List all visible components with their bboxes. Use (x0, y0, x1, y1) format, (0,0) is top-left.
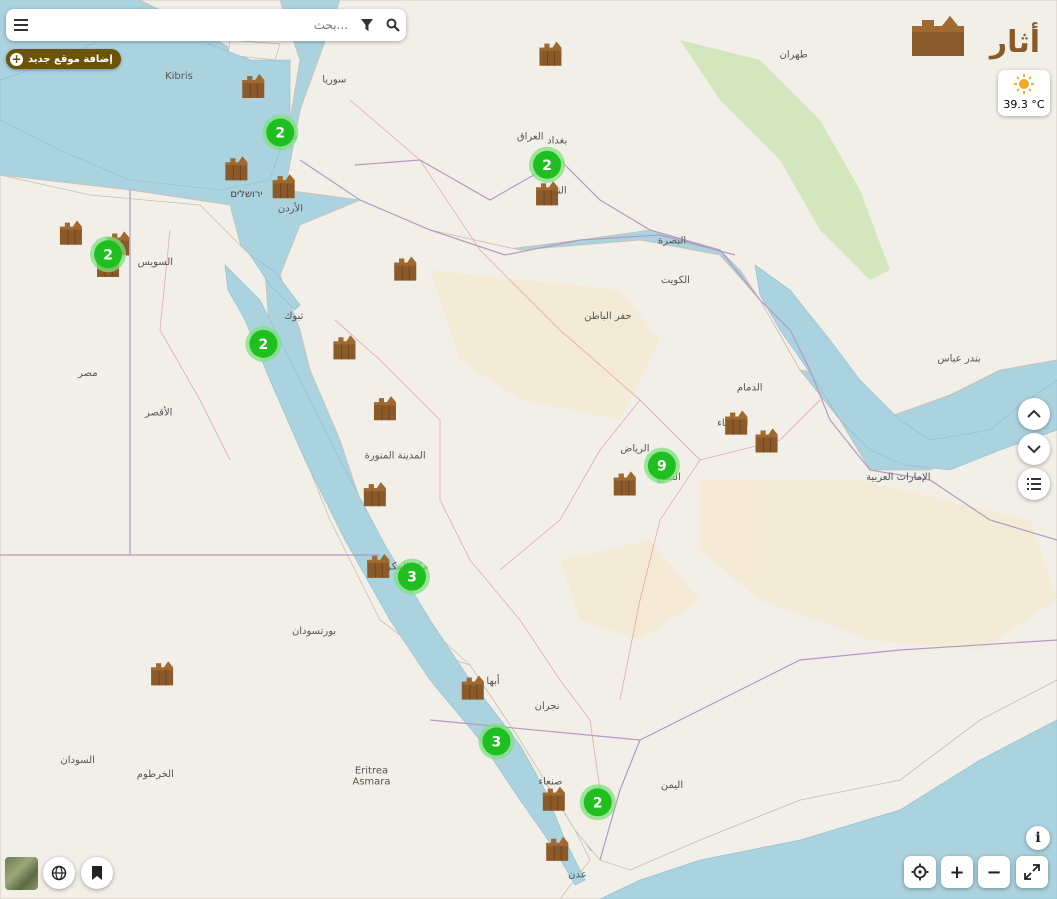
place-label: صنعاء (538, 776, 562, 787)
search-button[interactable] (380, 9, 406, 41)
temperature: 39.3 °C (1003, 98, 1045, 111)
place-label: حفر الباطن (584, 311, 631, 322)
basemap-thumbnail[interactable] (5, 857, 38, 890)
filter-icon (361, 19, 373, 31)
plus-circle-icon: + (10, 51, 23, 66)
place-label: أبها (486, 674, 499, 687)
chevron-up-icon (1027, 409, 1041, 418)
place-label: العراق (517, 132, 544, 143)
place-label: المدينة المنورة (365, 450, 426, 461)
locate-button[interactable] (904, 856, 936, 888)
cluster-count: 9 (657, 459, 667, 475)
menu-button[interactable] (6, 9, 36, 41)
place-label: ירושלים (230, 189, 262, 200)
site-cluster[interactable]: 2 (90, 236, 127, 273)
bookmark-button[interactable] (81, 857, 113, 889)
place-label: السودان (60, 755, 95, 766)
fullscreen-button[interactable] (1016, 856, 1048, 888)
site-cluster[interactable]: 3 (393, 558, 430, 595)
site-cluster[interactable]: 2 (529, 146, 566, 183)
cluster-count: 2 (259, 337, 269, 353)
place-label: الكويت (661, 275, 690, 286)
zoom-in-button[interactable]: + (941, 856, 973, 888)
site-cluster[interactable]: 2 (262, 114, 299, 151)
globe-icon (51, 865, 67, 881)
info-button[interactable]: i (1026, 826, 1050, 850)
info-icon: i (1035, 830, 1041, 846)
place-label: السويس (138, 257, 173, 268)
map-canvas[interactable]: سورياالعراقدمشقالأردنتبوكالرياضالسيحالمد… (0, 0, 1057, 899)
place-label: الخرطوم (137, 769, 174, 780)
add-site-label: إضافة موقع جديد (28, 53, 113, 65)
place-label: Kibris (165, 71, 193, 82)
sun-icon (1014, 74, 1034, 94)
list-icon (1027, 478, 1041, 490)
cluster-count: 3 (407, 570, 417, 586)
list-button[interactable] (1018, 468, 1050, 500)
place-label: عدن (568, 870, 587, 881)
place-label: Eritrea (355, 766, 388, 777)
zoom-out-button[interactable]: − (978, 856, 1010, 888)
place-label: الأردن (278, 201, 303, 214)
place-label: بورتسودان (292, 626, 336, 637)
plus-icon: + (949, 861, 965, 883)
scroll-down-button[interactable] (1018, 433, 1050, 465)
place-label: اليمن (661, 780, 683, 791)
filter-button[interactable] (354, 9, 380, 41)
chevron-down-icon (1027, 445, 1041, 454)
cluster-count: 2 (593, 795, 603, 811)
weather-widget: 39.3 °C (998, 70, 1050, 116)
site-cluster[interactable]: 3 (478, 723, 515, 760)
place-label: بندر عباس (937, 354, 980, 365)
cluster-count: 2 (103, 247, 113, 263)
place-label: مصر (77, 368, 98, 379)
place-label: الرياض (620, 443, 649, 454)
search-icon (386, 18, 400, 32)
cluster-count: 2 (542, 158, 552, 174)
place-label: الدمام (737, 382, 763, 393)
place-label: بغداد (547, 135, 567, 146)
place-label: سوريا (322, 74, 346, 85)
crosshair-icon (911, 863, 929, 881)
menu-icon (14, 19, 28, 31)
cluster-count: 3 (492, 734, 502, 750)
place-label: الأقصر (144, 405, 172, 418)
site-cluster[interactable]: 2 (579, 784, 616, 821)
place-label: طهران (779, 49, 807, 60)
logo-text: أثار (988, 22, 1040, 60)
search-input[interactable] (36, 18, 354, 32)
place-label: تبوك (284, 311, 303, 322)
bookmark-icon (92, 866, 102, 880)
search-bar (6, 9, 406, 41)
site-cluster[interactable]: 9 (643, 447, 680, 484)
place-label: البصرة (658, 236, 686, 247)
add-site-button[interactable]: + إضافة موقع جديد (6, 49, 121, 69)
cluster-count: 2 (275, 126, 285, 142)
expand-icon (1024, 864, 1040, 880)
app-logo: أثار (912, 12, 1047, 60)
site-cluster[interactable]: 2 (245, 325, 282, 362)
place-label: Asmara (352, 776, 390, 787)
place-label: نجران (535, 701, 560, 712)
scroll-up-button[interactable] (1018, 398, 1050, 430)
globe-button[interactable] (43, 857, 75, 889)
place-label: الإمارات العربية (866, 472, 930, 483)
minus-icon: − (986, 861, 1002, 883)
